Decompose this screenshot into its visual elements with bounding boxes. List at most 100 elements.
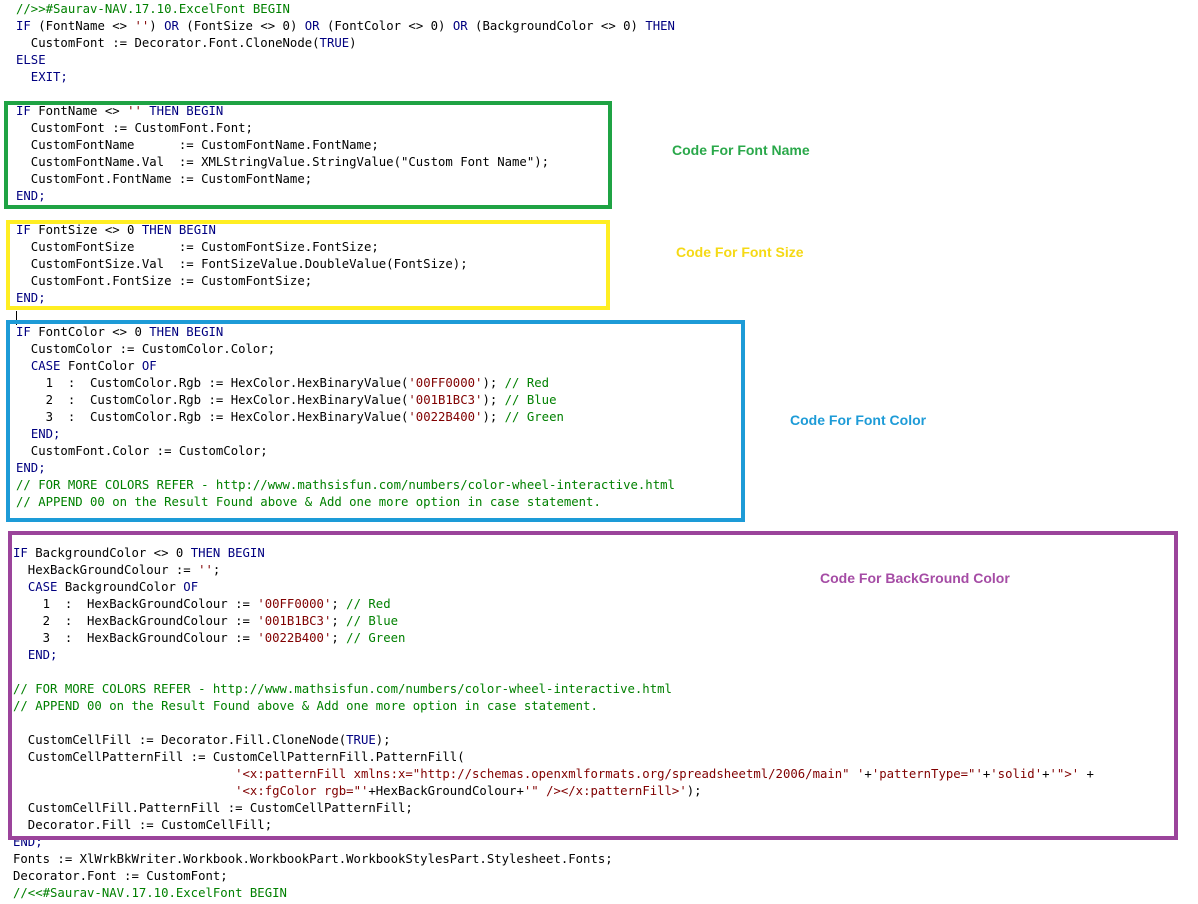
code-keyword: OR (304, 19, 320, 33)
code-text: ); (482, 376, 505, 390)
code-keyword: END; (16, 291, 46, 305)
code-text: FontColor <> 0 (30, 325, 150, 339)
code-string: 'solid' (990, 767, 1043, 781)
code-text: CustomCellFill.PatternFill := CustomCell… (13, 801, 413, 815)
code-keyword: IF (16, 223, 31, 237)
code-comment: // FOR MORE COLORS REFER - http://www.ma… (16, 478, 675, 492)
code-line: IF (FontName <> '') OR (FontSize <> 0) O… (16, 18, 675, 35)
code-keyword: TRUE (346, 733, 376, 747)
code-string: '<x:fgColor rgb="' (235, 784, 369, 798)
code-text: (BackgroundColor <> 0) (467, 19, 646, 33)
code-keyword: EXIT; (16, 70, 68, 84)
code-keyword: TRUE (319, 36, 350, 50)
code-text: + (1079, 767, 1094, 781)
code-text: CustomColor := CustomColor.Color; (16, 342, 276, 356)
code-text: CustomFontName := CustomFontName.FontNam… (16, 138, 379, 152)
code-line: END; (13, 834, 43, 851)
code-text: ); (482, 410, 505, 424)
code-keyword: CASE (27, 580, 58, 594)
code-text: CustomCellFill := Decorator.Fill.CloneNo… (13, 733, 347, 747)
code-text: CustomCellPatternFill := CustomCellPatte… (13, 750, 465, 764)
code-text: FontColor (60, 359, 142, 373)
code-text: Decorator.Fill := CustomCellFill; (13, 818, 273, 832)
code-text: + (1042, 767, 1050, 781)
code-line: // APPEND 00 on the Result Found above &… (13, 698, 598, 715)
code-line: END; (13, 647, 58, 664)
code-line: CustomColor := CustomColor.Color; (16, 341, 275, 358)
code-comment: // Red (346, 597, 391, 611)
code-line: END; (16, 188, 46, 205)
code-string: '' (134, 19, 150, 33)
code-line: Fonts := XlWrkBkWriter.Workbook.Workbook… (13, 851, 613, 868)
code-line: CustomFontSize := CustomFontSize.FontSiz… (16, 239, 379, 256)
code-text: Fonts := XlWrkBkWriter.Workbook.Workbook… (13, 852, 613, 866)
code-text: (FontColor <> 0) (319, 19, 453, 33)
code-string: 'patternType="' (871, 767, 983, 781)
code-line: CustomFont.Color := CustomColor; (16, 443, 268, 460)
code-string: '0022B400' (257, 631, 332, 645)
code-line: 2 : CustomColor.Rgb := HexColor.HexBinar… (16, 392, 557, 409)
code-line: //<<#Saurav-NAV.17.10.ExcelFont BEGIN (13, 885, 287, 902)
code-comment: // Green (346, 631, 406, 645)
code-text: CustomFont := CustomFont.Font; (16, 121, 253, 135)
code-line: CustomCellFill := Decorator.Fill.CloneNo… (13, 732, 391, 749)
code-line: EXIT; (16, 69, 68, 86)
code-keyword: THEN BEGIN (149, 325, 224, 339)
code-line: ELSE (16, 52, 46, 69)
code-text: 2 : CustomColor.Rgb := HexColor.HexBinar… (16, 393, 409, 407)
code-text: ); (375, 733, 391, 747)
code-line: Decorator.Font := CustomFont; (13, 868, 228, 885)
code-line: HexBackGroundColour := ''; (13, 562, 221, 579)
code-keyword: END; (16, 461, 46, 475)
code-keyword: IF (16, 325, 31, 339)
code-line: CASE BackgroundColor OF (13, 579, 198, 596)
code-keyword: CASE (30, 359, 61, 373)
code-text: 1 : HexBackGroundColour := (13, 597, 258, 611)
code-line: CustomFontName := CustomFontName.FontNam… (16, 137, 379, 154)
code-string: '" /></x:patternFill>' (523, 784, 687, 798)
code-text: BackgroundColor <> 0 (27, 546, 191, 560)
code-line: IF BackgroundColor <> 0 THEN BEGIN (13, 545, 265, 562)
code-line: IF FontColor <> 0 THEN BEGIN (16, 324, 223, 341)
code-line: CASE FontColor OF (16, 358, 157, 375)
code-string: '' (127, 104, 142, 118)
code-keyword: THEN BEGIN (149, 104, 224, 118)
code-text: CustomFontName.Val := XMLStringValue.Str… (16, 155, 550, 169)
code-line: IF FontName <> '' THEN BEGIN (16, 103, 223, 120)
code-text: ) (349, 36, 357, 50)
code-comment: // FOR MORE COLORS REFER - http://www.ma… (13, 682, 672, 696)
code-line: END; (16, 426, 61, 443)
code-text: (FontName <> (30, 19, 135, 33)
code-line: 1 : CustomColor.Rgb := HexColor.HexBinar… (16, 375, 549, 392)
code-text: CustomFont := Decorator.Font.CloneNode( (16, 36, 320, 50)
code-string: '0022B400' (408, 410, 483, 424)
code-editor[interactable]: //>>#Saurav-NAV.17.10.ExcelFont BEGIN IF … (0, 0, 1198, 904)
code-line: CustomCellPatternFill := CustomCellPatte… (13, 749, 465, 766)
code-line: 3 : HexBackGroundColour := '0022B400'; /… (13, 630, 406, 647)
code-string: '001B1BC3' (257, 614, 332, 628)
code-line: CustomCellFill.PatternFill := CustomCell… (13, 800, 413, 817)
code-line: CustomFont := CustomFont.Font; (16, 120, 253, 137)
code-comment: //<<#Saurav-NAV.17.10.ExcelFont BEGIN (13, 886, 287, 900)
code-text: CustomFontSize := CustomFontSize.FontSiz… (16, 240, 379, 254)
code-line: 3 : CustomColor.Rgb := HexColor.HexBinar… (16, 409, 564, 426)
code-text: 3 : HexBackGroundColour := (13, 631, 258, 645)
code-line: CustomFontSize.Val := FontSizeValue.Doub… (16, 256, 468, 273)
code-text: FontName <> (30, 104, 128, 118)
code-keyword: OR (452, 19, 468, 33)
code-keyword: IF (16, 19, 31, 33)
code-string: '001B1BC3' (408, 393, 483, 407)
code-comment: // Green (504, 410, 564, 424)
code-line: // APPEND 00 on the Result Found above &… (16, 494, 601, 511)
font-name-annotation: Code For Font Name (672, 142, 810, 158)
code-text: FontSize <> 0 (30, 223, 142, 237)
code-comment: // APPEND 00 on the Result Found above &… (16, 495, 601, 509)
code-keyword: ELSE (16, 53, 46, 67)
font-color-annotation: Code For Font Color (790, 412, 927, 428)
code-string: '' (198, 563, 213, 577)
code-text: ; (331, 614, 347, 628)
